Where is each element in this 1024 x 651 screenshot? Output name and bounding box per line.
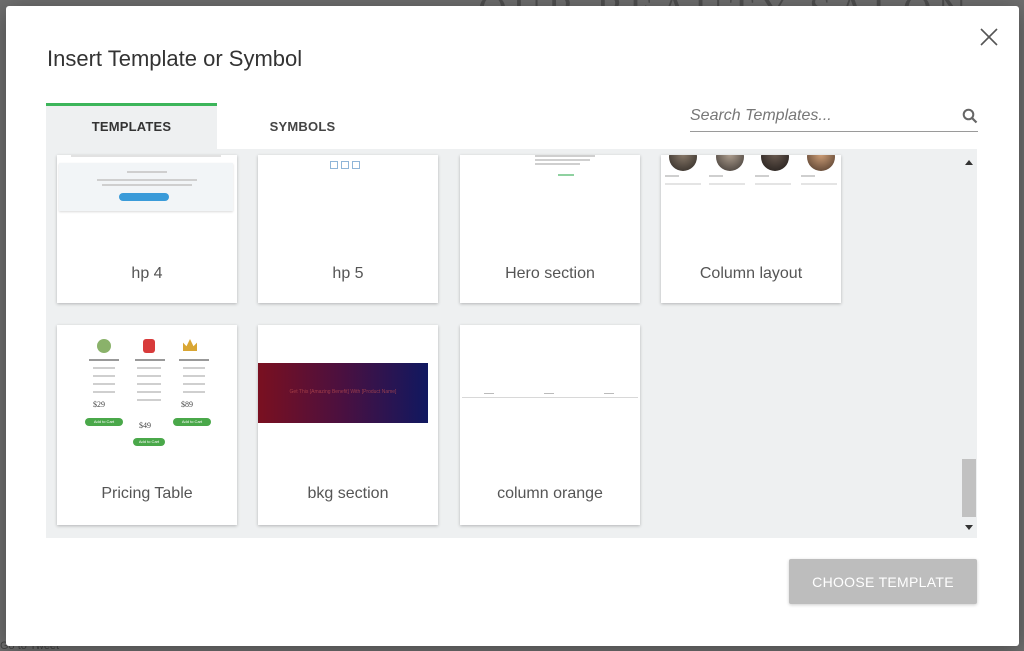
price-1: $29 — [93, 400, 105, 409]
modal-title: Insert Template or Symbol — [47, 46, 303, 71]
template-thumbnail: Get This [Amazing Benefit] With [Product… — [258, 325, 438, 460]
template-thumbnail — [460, 155, 640, 244]
template-name: Hero section — [505, 265, 595, 282]
search-box — [690, 102, 978, 132]
search-input[interactable] — [690, 102, 946, 130]
template-name: Column layout — [699, 265, 803, 282]
scroll-up-icon[interactable] — [964, 157, 974, 167]
scroll-thumb[interactable] — [962, 459, 976, 517]
add-to-cart-2: Add to Cart — [133, 438, 165, 446]
template-grid: hp 4 hp 5 Hero section Column layout $29… — [46, 149, 977, 538]
template-thumbnail — [661, 155, 841, 244]
template-card-hp-5[interactable]: hp 5 — [258, 155, 438, 303]
template-thumbnail — [460, 325, 640, 460]
add-to-cart-1: Add to Cart — [85, 418, 123, 426]
template-thumbnail — [258, 155, 438, 244]
template-name: Pricing Table — [101, 485, 193, 502]
template-thumbnail: $29 $49 $89 Add to Cart Add to Cart Add … — [57, 325, 237, 460]
scroll-down-icon[interactable] — [964, 523, 974, 533]
search-icon[interactable] — [962, 108, 978, 124]
price-2: $49 — [139, 421, 151, 430]
tab-templates[interactable]: TEMPLATES — [46, 103, 217, 149]
template-card-column-layout[interactable]: Column layout — [661, 155, 841, 303]
template-card-hero-section[interactable]: Hero section — [460, 155, 640, 303]
template-card-hp-4[interactable]: hp 4 — [57, 155, 237, 303]
bkg-thumb-text: Get This [Amazing Benefit] With [Product… — [289, 389, 397, 395]
template-card-pricing-table[interactable]: $29 $49 $89 Add to Cart Add to Cart Add … — [57, 325, 237, 525]
template-name: hp 5 — [332, 265, 364, 282]
grid-scrollbar[interactable] — [961, 149, 977, 538]
template-name: bkg section — [307, 485, 389, 502]
tab-bar: TEMPLATES SYMBOLS — [46, 103, 388, 149]
insert-template-modal: Insert Template or Symbol TEMPLATES SYMB… — [6, 6, 1019, 646]
close-button[interactable] — [976, 24, 1002, 50]
add-to-cart-3: Add to Cart — [173, 418, 211, 426]
price-3: $89 — [181, 400, 193, 409]
template-name: hp 4 — [131, 265, 163, 282]
template-thumbnail — [57, 155, 237, 244]
template-card-column-orange[interactable]: column orange — [460, 325, 640, 525]
tab-symbols[interactable]: SYMBOLS — [217, 103, 388, 149]
template-card-bkg-section[interactable]: Get This [Amazing Benefit] With [Product… — [258, 325, 438, 525]
template-name: column orange — [497, 485, 603, 502]
close-icon — [980, 28, 998, 46]
choose-template-button[interactable]: CHOOSE TEMPLATE — [789, 559, 977, 604]
